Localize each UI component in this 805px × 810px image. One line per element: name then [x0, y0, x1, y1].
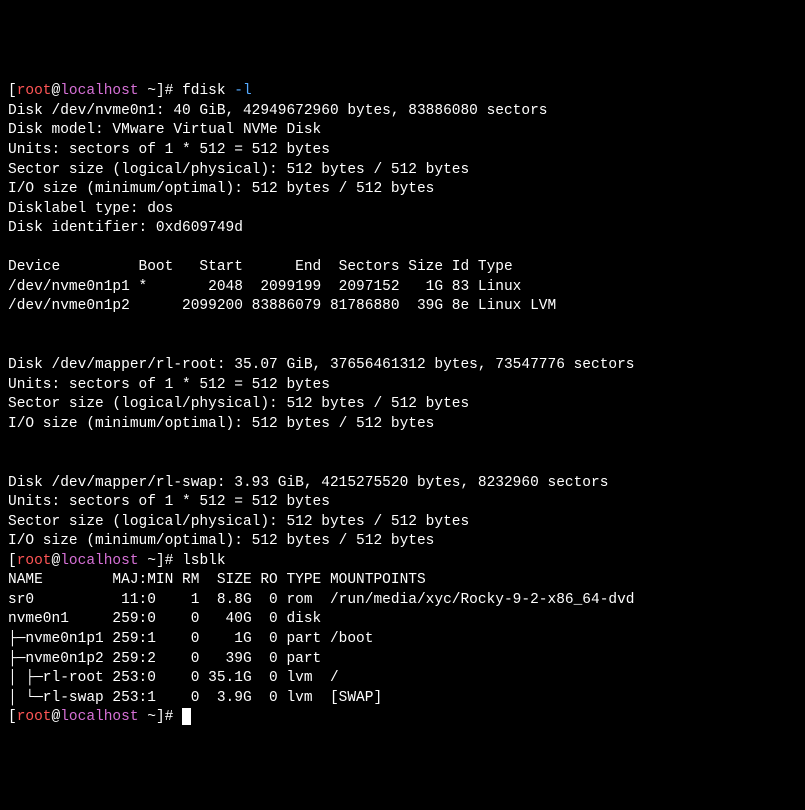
prompt-line[interactable]: [root@localhost ~]# lsblk	[8, 553, 226, 569]
lsblk-row: │ └─rl-swap 253:1 0 3.9G 0 lvm [SWAP]	[8, 690, 382, 706]
fdisk-output-line: Disk model: VMware Virtual NVMe Disk	[8, 122, 321, 138]
partition-table-header: Device Boot Start End Sectors Size Id Ty…	[8, 259, 513, 275]
lsblk-row: │ ├─rl-root 253:0 0 35.1G 0 lvm /	[8, 670, 339, 686]
prompt-line[interactable]: [root@localhost ~]#	[8, 709, 191, 725]
fdisk-output-line: Disklabel type: dos	[8, 201, 173, 217]
lsblk-row: ├─nvme0n1p1 259:1 0 1G 0 part /boot	[8, 631, 373, 647]
fdisk-output-line: Units: sectors of 1 * 512 = 512 bytes	[8, 377, 330, 393]
prompt-user: root	[17, 709, 52, 725]
partition-table-row: /dev/nvme0n1p2 2099200 83886079 81786880…	[8, 298, 556, 314]
fdisk-output-line: Units: sectors of 1 * 512 = 512 bytes	[8, 494, 330, 510]
fdisk-output-line: Sector size (logical/physical): 512 byte…	[8, 514, 469, 530]
cursor-icon	[182, 708, 191, 725]
fdisk-output-line: Disk identifier: 0xd609749d	[8, 220, 243, 236]
prompt-host: localhost	[60, 83, 138, 99]
fdisk-output-line: Disk /dev/mapper/rl-swap: 3.93 GiB, 4215…	[8, 475, 608, 491]
fdisk-output-line: Sector size (logical/physical): 512 byte…	[8, 396, 469, 412]
partition-table-row: /dev/nvme0n1p1 * 2048 2099199 2097152 1G…	[8, 279, 521, 295]
fdisk-output-line: Disk /dev/mapper/rl-root: 35.07 GiB, 376…	[8, 357, 635, 373]
prompt-line[interactable]: [root@localhost ~]# fdisk -l	[8, 83, 252, 99]
fdisk-output-line: I/O size (minimum/optimal): 512 bytes / …	[8, 416, 434, 432]
prompt-user: root	[17, 83, 52, 99]
fdisk-output-line: Sector size (logical/physical): 512 byte…	[8, 162, 469, 178]
prompt-host: localhost	[60, 553, 138, 569]
prompt-host: localhost	[60, 709, 138, 725]
prompt-user: root	[17, 553, 52, 569]
bracket-close: ]#	[156, 83, 173, 99]
prompt-at: @	[52, 83, 61, 99]
command-lsblk: lsblk	[182, 553, 226, 569]
bracket-open: [	[8, 83, 17, 99]
command-fdisk: fdisk	[182, 83, 226, 99]
fdisk-output-line: Units: sectors of 1 * 512 = 512 bytes	[8, 142, 330, 158]
flag-l: -l	[234, 83, 251, 99]
fdisk-output-line: Disk /dev/nvme0n1: 40 GiB, 42949672960 b…	[8, 103, 548, 119]
fdisk-output-line: I/O size (minimum/optimal): 512 bytes / …	[8, 181, 434, 197]
lsblk-header: NAME MAJ:MIN RM SIZE RO TYPE MOUNTPOINTS	[8, 572, 426, 588]
prompt-path: ~	[147, 83, 156, 99]
fdisk-output-line: I/O size (minimum/optimal): 512 bytes / …	[8, 533, 434, 549]
lsblk-row: nvme0n1 259:0 0 40G 0 disk	[8, 611, 321, 627]
lsblk-row: sr0 11:0 1 8.8G 0 rom /run/media/xyc/Roc…	[8, 592, 635, 608]
lsblk-row: ├─nvme0n1p2 259:2 0 39G 0 part	[8, 651, 321, 667]
